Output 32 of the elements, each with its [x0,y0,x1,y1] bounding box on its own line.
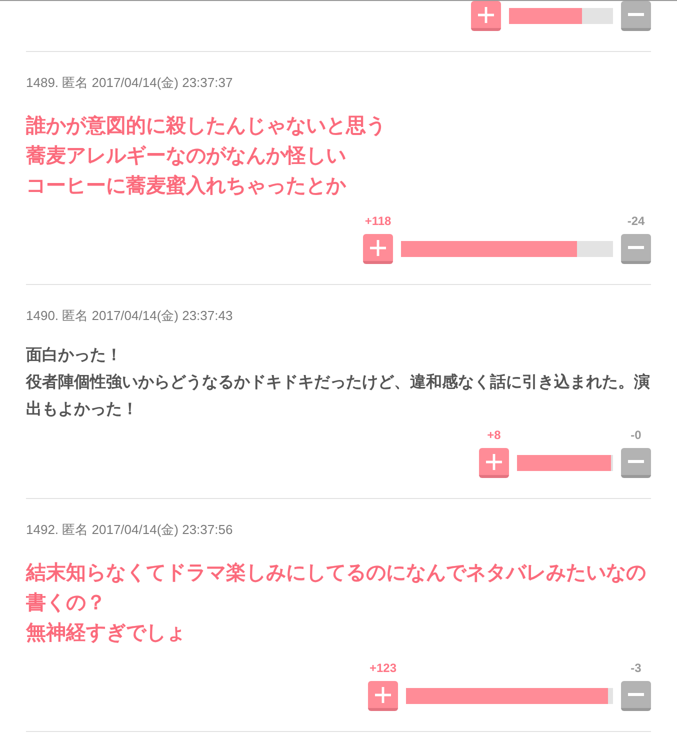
downvote-count: -0 [630,427,642,443]
plus-icon [375,686,391,702]
downvote-button[interactable] [621,448,651,478]
comment-line: 結末知らなくてドラマ楽しみにしてるのになんでネタバレみたいなの書くの？ [26,561,647,616]
minus-icon [628,460,644,463]
plus-icon [478,6,494,22]
comment-line: 蕎麦アレルギーなのがなんか怪しい [26,144,347,169]
minus-icon [628,246,644,249]
minus-icon [628,13,644,16]
comment-line: 面白かった！ [26,346,123,366]
downvote-button[interactable] [621,1,651,31]
comment-line: 役者陣個性強いからどうなるかドキドキだったけど、違和感なく話に引き込まれた。演出もよかった！ [26,372,651,420]
upvote-count: +8 [487,427,501,443]
upvote-count: +123 [369,660,397,676]
plus-icon [486,454,502,470]
comment-line: 誰かが意図的に殺したんじゃないと思う [26,114,387,139]
upvote-button[interactable] [368,681,398,711]
upvote-button[interactable] [471,1,501,31]
downvote-count: -24 [627,213,645,229]
upvote-count: +118 [364,213,392,229]
downvote-button[interactable] [621,681,651,711]
plus-icon [370,240,386,256]
upvote-button[interactable] [363,234,393,264]
comment-line: 無神経すぎでしょ [26,621,187,646]
downvote-count: -3 [630,660,642,676]
minus-icon [628,693,644,696]
upvote-button[interactable] [479,448,509,478]
comment-meta: 1490. 匿名 2017/04/14(金) 23:37:43 [26,307,234,325]
comment-meta: 1489. 匿名 2017/04/14(金) 23:37:37 [26,74,234,92]
comment-line: コーヒーに蕎麦蜜入れちゃったとか [26,174,347,199]
downvote-button[interactable] [621,234,651,264]
comment-meta: 1492. 匿名 2017/04/14(金) 23:37:56 [26,521,234,539]
